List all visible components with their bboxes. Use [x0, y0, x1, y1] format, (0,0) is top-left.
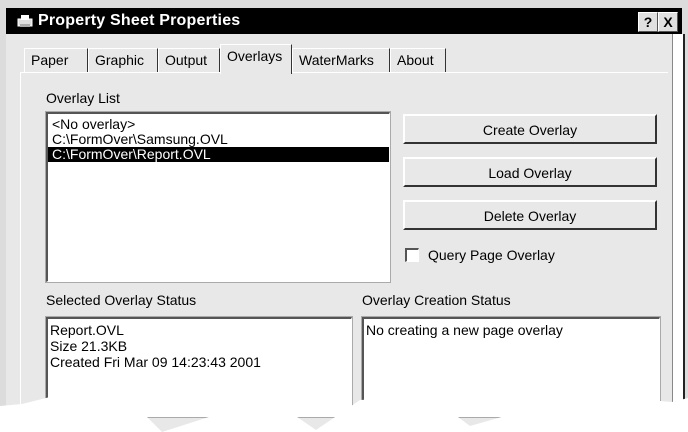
tab-overlays[interactable]: Overlays — [220, 44, 292, 74]
help-button[interactable]: ? — [638, 12, 658, 32]
tab-watermarks[interactable]: WaterMarks — [292, 48, 390, 72]
selected-status-label: Selected Overlay Status — [46, 292, 197, 308]
tab-paper[interactable]: Paper — [24, 48, 88, 72]
list-item-selected[interactable]: C:\FormOver\Report.OVL — [48, 147, 389, 162]
creation-status-label: Overlay Creation Status — [362, 292, 511, 308]
window-title: Property Sheet Properties — [38, 12, 241, 29]
status-line: Size 21.3KB — [50, 338, 128, 354]
tab-output[interactable]: Output — [158, 48, 220, 72]
tab-about[interactable]: About — [390, 48, 446, 72]
create-overlay-button[interactable]: Create Overlay — [403, 114, 657, 144]
overlay-list[interactable]: <No overlay> C:\FormOver\Samsung.OVL C:\… — [45, 111, 391, 283]
status-line: Report.OVL — [50, 322, 124, 338]
property-sheet-window: Property Sheet Properties ? X Paper Grap… — [0, 0, 688, 432]
torn-edge — [0, 382, 688, 432]
query-page-overlay-label: Query Page Overlay — [428, 247, 555, 263]
list-item[interactable]: <No overlay> — [48, 117, 389, 132]
delete-overlay-button[interactable]: Delete Overlay — [403, 200, 657, 230]
window-frame-edge — [672, 34, 685, 414]
status-line: No creating a new page overlay — [366, 322, 563, 338]
load-overlay-button[interactable]: Load Overlay — [403, 157, 657, 187]
query-page-overlay-checkbox[interactable] — [405, 248, 419, 262]
overlay-list-label: Overlay List — [46, 90, 120, 106]
printer-icon — [17, 15, 33, 27]
list-item[interactable]: C:\FormOver\Samsung.OVL — [48, 132, 389, 147]
close-button[interactable]: X — [658, 12, 678, 32]
tab-graphic[interactable]: Graphic — [88, 48, 158, 72]
title-bar[interactable]: Property Sheet Properties ? X — [6, 8, 682, 34]
